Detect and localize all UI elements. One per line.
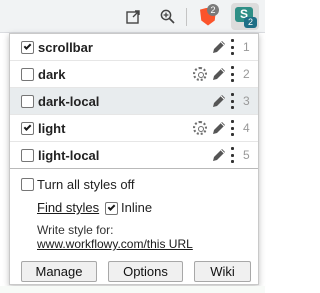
checkmark-icon <box>23 123 32 131</box>
more-options-icon[interactable] <box>231 120 235 136</box>
style-name[interactable]: light-local <box>38 148 99 163</box>
checkmark-icon <box>107 203 116 211</box>
toolbar-separator <box>186 8 187 26</box>
options-button[interactable]: Options <box>108 261 183 282</box>
style-toggle-checkbox[interactable] <box>21 95 34 108</box>
style-name[interactable]: dark-local <box>38 94 99 109</box>
page-background <box>0 286 265 293</box>
style-number: 5 <box>243 148 250 162</box>
stylus-popup: scrollbar 1 dark 2 dark-local 3 light 4 light-lo… <box>9 33 259 285</box>
open-in-new-icon[interactable] <box>120 0 146 33</box>
gear-icon[interactable] <box>193 121 207 135</box>
style-entry-light-local[interactable]: light-local 5 <box>10 142 258 169</box>
find-styles-link[interactable]: Find styles <box>37 200 99 215</box>
style-toggle-checkbox[interactable] <box>21 149 34 162</box>
more-options-icon[interactable] <box>231 39 235 55</box>
inline-label: Inline <box>121 200 153 215</box>
popup-actions: Turn all styles off Find styles Inline W… <box>10 168 258 284</box>
pencil-icon[interactable] <box>211 147 227 163</box>
more-options-icon[interactable] <box>231 93 235 109</box>
turn-all-off-checkbox[interactable] <box>21 178 34 191</box>
pencil-icon[interactable] <box>211 93 227 109</box>
brave-shield-count-badge: 2 <box>207 4 219 16</box>
more-options-icon[interactable] <box>231 147 235 163</box>
style-entry-light[interactable]: light 4 <box>10 115 258 142</box>
style-name[interactable]: light <box>38 121 65 136</box>
zoom-in-icon[interactable] <box>154 0 180 33</box>
inline-checkbox[interactable] <box>105 202 118 215</box>
wiki-button[interactable]: Wiki <box>194 261 251 282</box>
style-toggle-checkbox[interactable] <box>21 68 34 81</box>
checkmark-icon <box>23 42 32 50</box>
style-name[interactable]: dark <box>38 67 65 82</box>
pencil-icon[interactable] <box>211 66 227 82</box>
style-toggle-checkbox[interactable] <box>21 41 34 54</box>
brave-shields-button[interactable]: 2 <box>193 0 223 33</box>
write-style-url-link[interactable]: www.workflowy.com/this URL <box>37 237 193 251</box>
pencil-icon[interactable] <box>211 120 227 136</box>
browser-toolbar: 2 S 2 <box>0 0 265 33</box>
manage-button[interactable]: Manage <box>21 261 97 282</box>
gear-icon[interactable] <box>193 67 207 81</box>
style-number: 4 <box>243 121 250 135</box>
style-toggle-checkbox[interactable] <box>21 122 34 135</box>
turn-all-off-label: Turn all styles off <box>37 177 135 192</box>
style-number: 1 <box>243 40 250 54</box>
style-number: 3 <box>243 94 250 108</box>
style-number: 2 <box>243 67 250 81</box>
style-entry-dark-local[interactable]: dark-local 3 <box>10 88 258 115</box>
style-name[interactable]: scrollbar <box>38 40 93 55</box>
stylus-extension-button[interactable]: S 2 <box>231 3 259 30</box>
installed-styles-list: scrollbar 1 dark 2 dark-local 3 light 4 light-lo… <box>10 34 258 169</box>
style-entry-scrollbar[interactable]: scrollbar 1 <box>10 34 258 61</box>
pencil-icon[interactable] <box>211 39 227 55</box>
stylus-count-badge: 2 <box>244 17 257 28</box>
write-style-label: Write style for: <box>37 223 114 237</box>
style-entry-dark[interactable]: dark 2 <box>10 61 258 88</box>
more-options-icon[interactable] <box>231 66 235 82</box>
